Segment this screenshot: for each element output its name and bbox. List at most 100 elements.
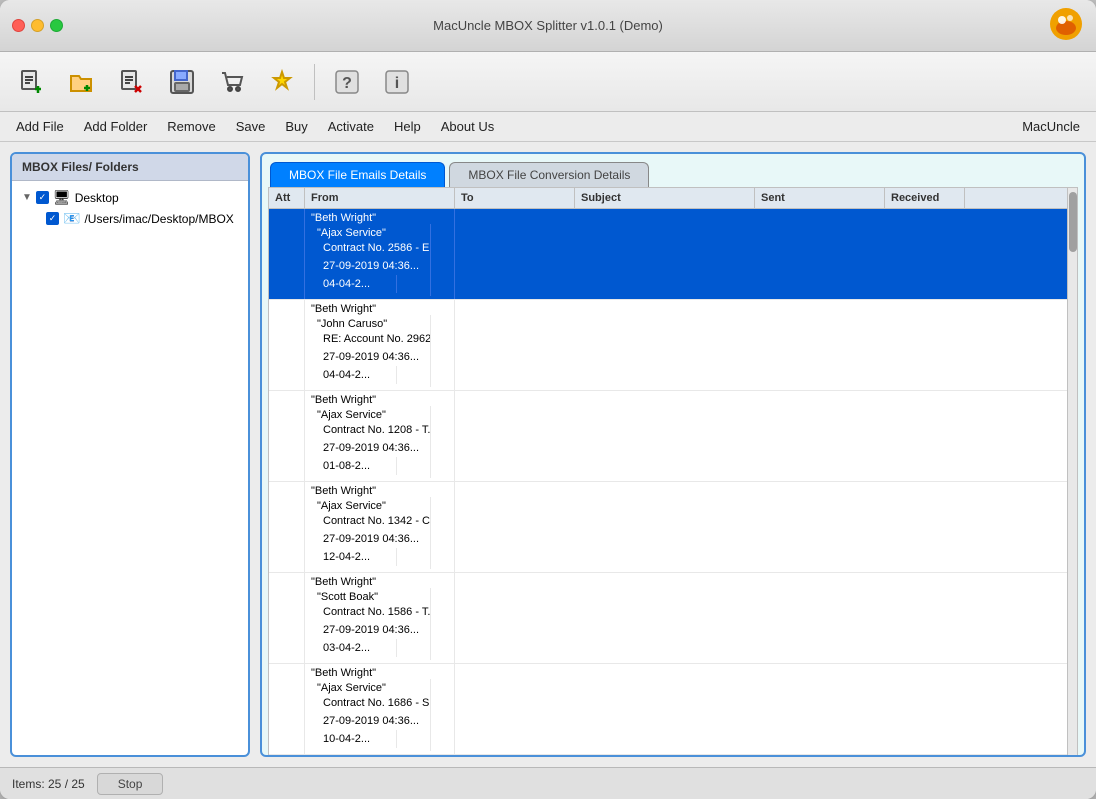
maximize-button[interactable]: [50, 19, 63, 32]
tree-root-label: Desktop: [75, 191, 119, 205]
email-list-content: Att From To Subject Sent Received "Beth …: [269, 188, 1067, 757]
tree-child-label: /Users/imac/Desktop/MBOX: [84, 212, 233, 226]
cell-from: "Beth Wright" "John Caruso" RE: Account …: [305, 300, 455, 390]
cell-received: 12-04-2...: [317, 548, 397, 566]
main-window: MacUncle MBOX Splitter v1.0.1 (Demo): [0, 0, 1096, 799]
tab-conversion[interactable]: MBOX File Conversion Details: [449, 162, 649, 187]
email-list-header: Att From To Subject Sent Received: [269, 188, 1067, 209]
menu-help[interactable]: Help: [386, 116, 429, 137]
cell-sent: 27-09-2019 04:36...: [317, 530, 431, 548]
cell-att: [269, 391, 305, 481]
desktop-icon: 🖥: [53, 189, 71, 206]
email-row[interactable]: "Beth Wright" "Ajax Service" Contract No…: [269, 482, 1067, 573]
cell-att: [269, 300, 305, 390]
cell-att: [269, 664, 305, 754]
menu-add-file[interactable]: Add File: [8, 116, 72, 137]
menu-buy[interactable]: Buy: [277, 116, 315, 137]
tree-root-checkbox[interactable]: ✓: [36, 191, 49, 204]
cell-att: [269, 209, 305, 299]
brand-name: MacUncle: [1014, 116, 1088, 137]
buy-button[interactable]: [210, 60, 254, 104]
traffic-lights: [12, 19, 63, 32]
minimize-button[interactable]: [31, 19, 44, 32]
cell-from: "Beth Wright" "Ajax Service" Contract No…: [305, 664, 455, 754]
svg-text:i: i: [395, 75, 399, 92]
cell-to: "John Caruso" RE: Account No. 2962... 27…: [311, 315, 431, 387]
menu-add-folder[interactable]: Add Folder: [76, 116, 156, 137]
cell-att: [269, 573, 305, 663]
col-header-to: To: [455, 188, 575, 208]
window-title: MacUncle MBOX Splitter v1.0.1 (Demo): [433, 18, 663, 33]
cell-received: 03-04-2...: [317, 639, 397, 657]
logo-area: [1048, 6, 1084, 45]
status-items: Items: 25 / 25: [12, 777, 85, 791]
email-row[interactable]: "Beth Wright" "Scott Boak" Contract No. …: [269, 573, 1067, 664]
help-button[interactable]: ?: [325, 60, 369, 104]
cell-subject: RE: Account No. 2962...: [317, 330, 431, 348]
cell-from: "Beth Wright" "Scott Boak" Contract No. …: [305, 573, 455, 663]
email-row[interactable]: "Beth Wright" "Ajax Service" Contract No…: [269, 391, 1067, 482]
menu-remove[interactable]: Remove: [159, 116, 223, 137]
email-row[interactable]: "Beth Wright" "John Caruso" RE: Account …: [269, 300, 1067, 391]
svg-text:?: ?: [342, 75, 352, 92]
about-button[interactable]: i: [375, 60, 419, 104]
cell-to: "Ajax Service" Contract No. 1208 - T... …: [311, 406, 431, 478]
cell-from: "Beth Wright" "Ajax Service" Contract No…: [305, 391, 455, 481]
cell-sent: 27-09-2019 04:36...: [317, 257, 431, 275]
tree-area: ▼ ✓ 🖥 Desktop ✓ 📧 /Users/imac/Desktop/MB…: [12, 181, 248, 755]
cell-received: 10-04-2...: [317, 730, 397, 748]
toolbar: ? i: [0, 52, 1096, 112]
left-panel-header: MBOX Files/ Folders: [12, 154, 248, 181]
toolbar-separator: [314, 64, 315, 100]
menu-bar: Add File Add Folder Remove Save Buy Acti…: [0, 112, 1096, 142]
email-row[interactable]: "Beth Wright" "Ajax Service" Contract No…: [269, 209, 1067, 300]
remove-button[interactable]: [110, 60, 154, 104]
cell-from: "Beth Wright" "Ajax Service" Contract No…: [305, 209, 455, 299]
menu-about[interactable]: About Us: [433, 116, 502, 137]
left-panel: MBOX Files/ Folders ▼ ✓ 🖥 Desktop ✓ 📧 /U…: [10, 152, 250, 757]
cell-att: [269, 755, 305, 757]
main-content: MBOX Files/ Folders ▼ ✓ 🖥 Desktop ✓ 📧 /U…: [0, 142, 1096, 767]
title-bar: MacUncle MBOX Splitter v1.0.1 (Demo): [0, 0, 1096, 52]
cell-sent: 27-09-2019 04:36...: [317, 439, 431, 457]
email-row[interactable]: "Beth Wright" "Ajax Service" Contract No…: [269, 664, 1067, 755]
cell-from: "Beth Wright" "Ajax Service" Contract No…: [305, 482, 455, 572]
cell-received: 04-04-2...: [317, 275, 397, 293]
status-bar: Items: 25 / 25 Stop: [0, 767, 1096, 799]
menu-activate[interactable]: Activate: [320, 116, 382, 137]
col-header-received: Received: [885, 188, 965, 208]
tree-root-item[interactable]: ▼ ✓ 🖥 Desktop: [18, 187, 242, 208]
menu-save[interactable]: Save: [228, 116, 274, 137]
add-folder-button[interactable]: [60, 60, 104, 104]
col-header-from: From: [305, 188, 455, 208]
col-header-att: Att: [269, 188, 305, 208]
cell-subject: Contract No. 1586 - T...: [317, 603, 431, 621]
tree-child-checkbox[interactable]: ✓: [46, 212, 59, 225]
cell-subject: Contract No. 1342 - C...: [317, 512, 431, 530]
email-row[interactable]: "Beth Wright" "Scott Boak" Contract No. …: [269, 755, 1067, 757]
cell-sent: 27-09-2019 04:36...: [317, 621, 431, 639]
stop-button[interactable]: Stop: [97, 773, 164, 795]
cell-to: "Ajax Service" Contract No. 1686 - Sl...…: [311, 679, 431, 751]
cell-received: 04-04-2...: [317, 366, 397, 384]
add-file-button[interactable]: [10, 60, 54, 104]
close-button[interactable]: [12, 19, 25, 32]
cell-subject: Contract No. 2586 - E...: [317, 239, 431, 257]
col-header-sent: Sent: [755, 188, 885, 208]
activate-button[interactable]: [260, 60, 304, 104]
cell-received: 01-08-2...: [317, 457, 397, 475]
cell-att: [269, 482, 305, 572]
email-list-area: Att From To Subject Sent Received "Beth …: [268, 187, 1078, 757]
save-button[interactable]: [160, 60, 204, 104]
col-header-subject: Subject: [575, 188, 755, 208]
cell-subject: Contract No. 1208 - T...: [317, 421, 431, 439]
tree-chevron-icon: ▼: [22, 192, 32, 203]
email-list-with-scrollbar: Att From To Subject Sent Received "Beth …: [269, 188, 1077, 757]
tree-child-item[interactable]: ✓ 📧 /Users/imac/Desktop/MBOX: [42, 208, 242, 229]
cell-sent: 27-09-2019 04:36...: [317, 712, 431, 730]
tab-emails[interactable]: MBOX File Emails Details: [270, 162, 445, 187]
cell-to: "Ajax Service" Contract No. 2586 - E... …: [311, 224, 431, 296]
app-logo-icon: [1048, 6, 1084, 42]
email-list-scrollbar-thumb: [1069, 192, 1077, 252]
email-list-scrollbar[interactable]: [1067, 188, 1077, 757]
